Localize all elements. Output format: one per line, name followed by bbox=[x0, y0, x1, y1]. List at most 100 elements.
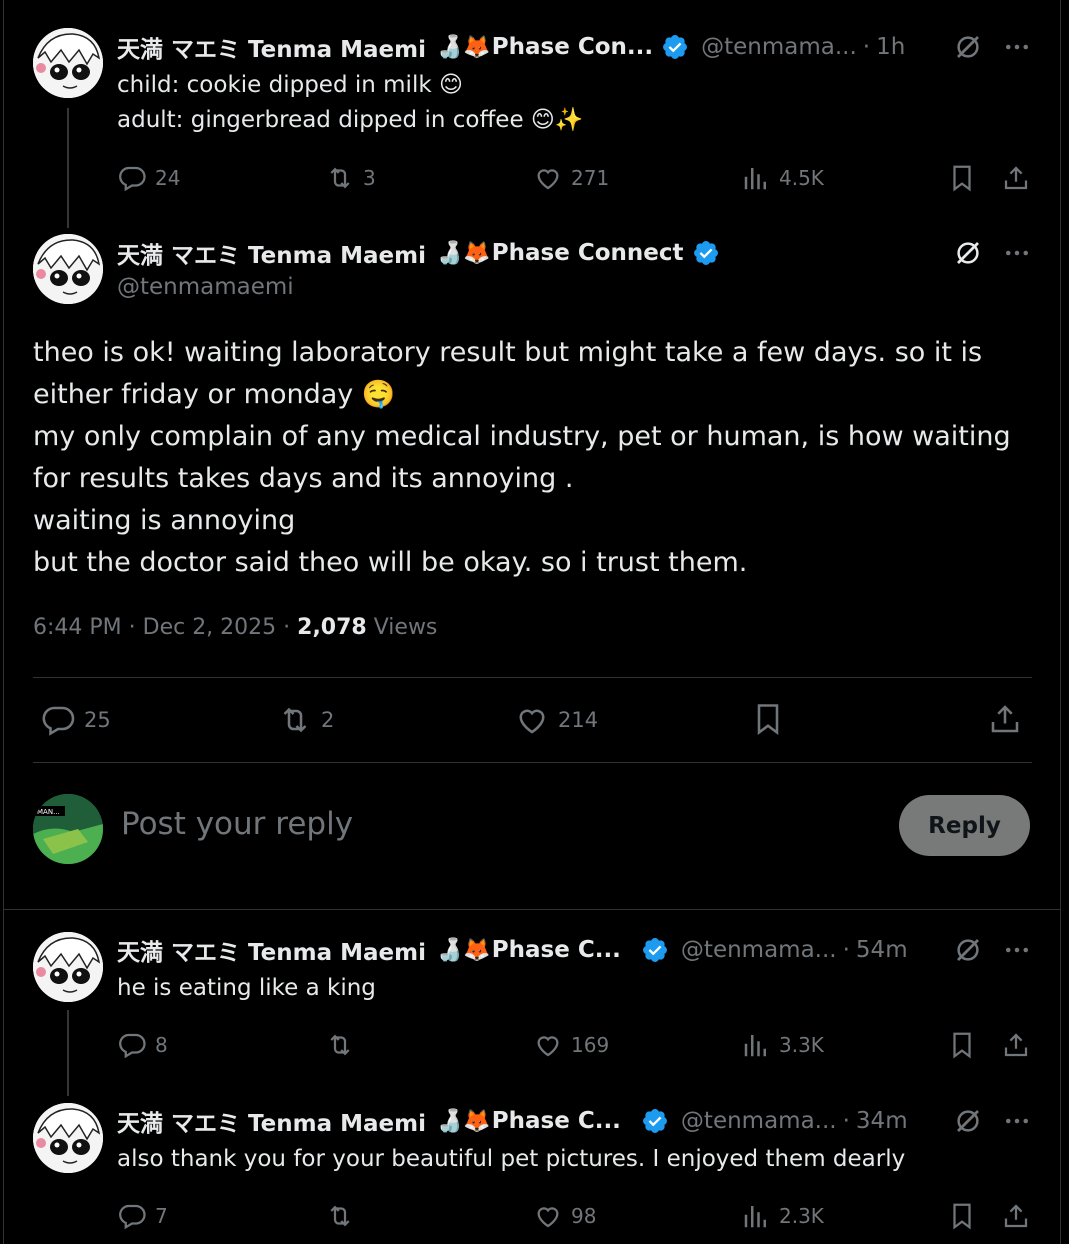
display-name-affiliation[interactable]: Phase C... bbox=[492, 937, 621, 963]
like-icon bbox=[537, 1207, 559, 1228]
tweet-body: theo is ok! waiting laboratory result bu… bbox=[33, 332, 1011, 584]
reply-count: 8 bbox=[155, 1033, 168, 1057]
tweet-text-line: waiting is annoying bbox=[33, 505, 296, 536]
like-button[interactable]: 98 bbox=[533, 1201, 596, 1231]
views-count: 2.3K bbox=[779, 1204, 824, 1228]
reply-icon bbox=[42, 706, 75, 736]
bookmark-icon[interactable] bbox=[750, 701, 786, 737]
tweet-header: 天満 マエミ Tenma Maemi 🍶🦊 Phase C... @tenmam… bbox=[117, 1104, 908, 1138]
column-border-left bbox=[3, 0, 4, 1244]
divider bbox=[33, 762, 1032, 763]
avatar-text: MAN... bbox=[37, 808, 60, 816]
reply-icon bbox=[119, 166, 146, 192]
reply-button[interactable]: 8 bbox=[117, 1030, 168, 1060]
timestamp[interactable]: 34m bbox=[856, 1108, 908, 1134]
my-avatar[interactable]: MAN... bbox=[33, 794, 103, 864]
reply-icon bbox=[119, 1204, 146, 1230]
avatar-image bbox=[33, 28, 103, 98]
repost-button[interactable]: 3 bbox=[325, 163, 376, 193]
more-icon[interactable] bbox=[1002, 1106, 1032, 1136]
tweet-header: 天満 マエミ Tenma Maemi 🍶🦊 Phase C... @tenmam… bbox=[117, 933, 908, 967]
display-name[interactable]: 天満 マエミ Tenma Maemi bbox=[117, 30, 426, 64]
like-icon bbox=[537, 169, 559, 190]
handle[interactable]: @tenmama... bbox=[681, 1108, 837, 1134]
like-button[interactable]: 169 bbox=[533, 1030, 609, 1060]
repost-count: 2 bbox=[321, 708, 335, 732]
separator: · bbox=[862, 34, 871, 60]
name-emoji: 🍶🦊 bbox=[435, 1108, 491, 1134]
more-icon[interactable] bbox=[1002, 238, 1032, 268]
views-count: 3.3K bbox=[779, 1033, 824, 1057]
timestamp[interactable]: 54m bbox=[856, 937, 908, 963]
tweet-header: 天満 マエミ Tenma Maemi 🍶🦊 Phase Connect bbox=[117, 236, 720, 270]
verified-icon[interactable] bbox=[641, 936, 669, 964]
bookmark-icon[interactable] bbox=[947, 163, 977, 193]
post-timestamp[interactable]: 6:44 PM · Dec 2, 2025 · bbox=[33, 615, 297, 640]
divider bbox=[33, 677, 1032, 678]
repost-icon bbox=[283, 707, 307, 733]
avatar[interactable] bbox=[33, 28, 103, 98]
name-emoji: 🍶🦊 bbox=[435, 240, 491, 266]
handle[interactable]: @tenmamaemi bbox=[117, 274, 294, 300]
tweet-text: also thank you for your beautiful pet pi… bbox=[117, 1146, 906, 1172]
display-name-affiliation[interactable]: Phase Connect bbox=[492, 240, 684, 266]
reply-input[interactable]: Post your reply bbox=[121, 806, 353, 842]
grok-icon[interactable] bbox=[953, 238, 983, 268]
like-button[interactable]: 214 bbox=[514, 702, 598, 738]
share-icon[interactable] bbox=[1001, 1201, 1031, 1231]
reply-button[interactable]: 24 bbox=[117, 163, 180, 193]
grok-icon[interactable] bbox=[953, 1106, 983, 1136]
repost-icon bbox=[330, 167, 350, 189]
bookmark-icon[interactable] bbox=[947, 1201, 977, 1231]
more-icon[interactable] bbox=[1002, 935, 1032, 965]
tweet-meta: 6:44 PM · Dec 2, 2025 · 2,078 Views bbox=[33, 615, 437, 640]
views-icon bbox=[744, 168, 766, 190]
like-count: 169 bbox=[571, 1033, 610, 1057]
share-icon[interactable] bbox=[1001, 1030, 1031, 1060]
reply-submit-button[interactable]: Reply bbox=[899, 795, 1030, 856]
tweet-text-line: theo is ok! waiting laboratory result bu… bbox=[33, 337, 983, 368]
display-name[interactable]: 天満 マエミ Tenma Maemi bbox=[117, 1104, 426, 1138]
reply-button[interactable]: 25 bbox=[40, 702, 111, 738]
timeline: 天満 マエミ Tenma Maemi 🍶🦊 Phase Con... @tenm… bbox=[0, 0, 1069, 1244]
views-button[interactable]: 2.3K bbox=[741, 1201, 824, 1231]
display-name[interactable]: 天満 マエミ Tenma Maemi bbox=[117, 236, 426, 270]
tweet-text-line: adult: gingerbread dipped in coffee 😊✨ bbox=[117, 107, 584, 133]
avatar[interactable] bbox=[33, 932, 103, 1002]
avatar-image: MAN... bbox=[33, 794, 103, 864]
repost-button[interactable]: 2 bbox=[277, 702, 334, 738]
tweet-header: 天満 マエミ Tenma Maemi 🍶🦊 Phase Con... @tenm… bbox=[117, 30, 905, 64]
reply-icon bbox=[119, 1033, 146, 1059]
views-button[interactable]: 4.5K bbox=[741, 163, 824, 193]
display-name[interactable]: 天満 マエミ Tenma Maemi bbox=[117, 933, 426, 967]
grok-icon[interactable] bbox=[953, 935, 983, 965]
verified-icon[interactable] bbox=[641, 1107, 669, 1135]
reply-button[interactable]: 7 bbox=[117, 1201, 168, 1231]
like-icon bbox=[519, 709, 545, 734]
display-name-affiliation[interactable]: Phase Con... bbox=[492, 34, 653, 60]
views-icon bbox=[744, 1035, 766, 1057]
avatar-image bbox=[33, 234, 103, 304]
handle[interactable]: @tenmama... bbox=[701, 34, 857, 60]
tweet-text-line: but the doctor said theo will be okay. s… bbox=[33, 547, 748, 578]
name-emoji: 🍶🦊 bbox=[435, 937, 491, 963]
repost-button[interactable] bbox=[325, 1030, 363, 1060]
views-button[interactable]: 3.3K bbox=[741, 1030, 824, 1060]
bookmark-icon[interactable] bbox=[947, 1030, 977, 1060]
avatar[interactable] bbox=[33, 234, 103, 304]
share-icon[interactable] bbox=[1001, 163, 1031, 193]
repost-button[interactable] bbox=[325, 1201, 363, 1231]
tweet-text-line: child: cookie dipped in milk 😊 bbox=[117, 72, 463, 98]
grok-icon[interactable] bbox=[953, 32, 983, 62]
verified-icon[interactable] bbox=[661, 33, 689, 61]
verified-icon[interactable] bbox=[692, 239, 720, 267]
handle[interactable]: @tenmama... bbox=[681, 937, 837, 963]
column-border-right bbox=[1060, 0, 1061, 1244]
like-button[interactable]: 271 bbox=[533, 163, 609, 193]
timestamp[interactable]: 1h bbox=[876, 34, 905, 60]
share-icon[interactable] bbox=[987, 701, 1023, 737]
repost-icon bbox=[330, 1205, 350, 1227]
display-name-affiliation[interactable]: Phase C... bbox=[492, 1108, 621, 1134]
more-icon[interactable] bbox=[1002, 32, 1032, 62]
avatar[interactable] bbox=[33, 1103, 103, 1173]
